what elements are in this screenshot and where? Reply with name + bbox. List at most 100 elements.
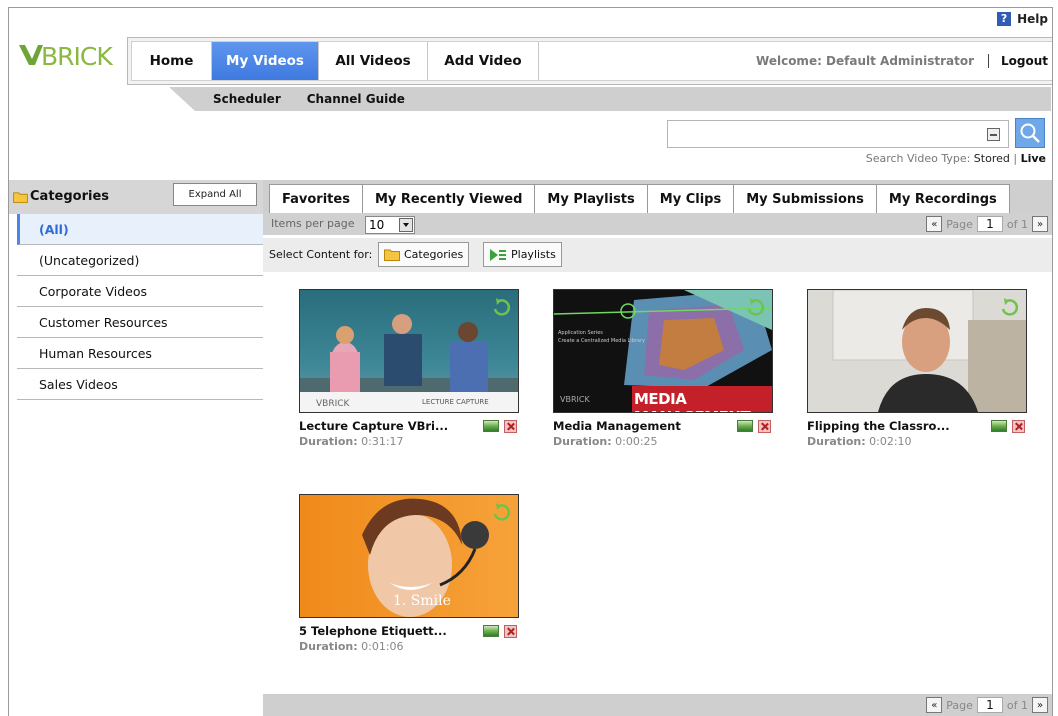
sub-nav: Scheduler Channel Guide xyxy=(169,87,1051,111)
search-input[interactable] xyxy=(667,120,1009,148)
dropdown-arrow-icon[interactable] xyxy=(399,218,413,232)
tab-my-clips[interactable]: My Clips xyxy=(646,184,735,213)
video-title[interactable]: Lecture Capture VBri... xyxy=(299,419,448,433)
tab-my-recently-viewed[interactable]: My Recently Viewed xyxy=(361,184,536,213)
subnav-channel-guide[interactable]: Channel Guide xyxy=(307,92,405,106)
thumb-caption: LECTURE CAPTURE xyxy=(422,398,489,406)
video-title[interactable]: Media Management xyxy=(553,419,681,433)
recycle-icon xyxy=(493,503,510,521)
tab-my-recordings[interactable]: My Recordings xyxy=(875,184,1010,213)
search-type-label: Search Video Type: xyxy=(865,152,971,165)
user-area: Welcome: Default Administrator Logout xyxy=(756,42,1048,80)
app-frame: ? Help BRICK Home My Videos All Videos A… xyxy=(8,7,1053,716)
page-of-label: of 1 xyxy=(1006,698,1028,712)
duration-value: 0:00:25 xyxy=(615,435,658,448)
help-label: Help xyxy=(1017,12,1048,26)
video-thumbnail-image xyxy=(808,290,1026,412)
tab-my-submissions[interactable]: My Submissions xyxy=(733,184,877,213)
search-video-type: Search Video Type: Stored | Live xyxy=(866,152,1046,165)
edit-video-icon[interactable] xyxy=(483,420,499,432)
items-per-page-select[interactable]: 10 xyxy=(365,216,415,234)
page-label: Page xyxy=(946,698,973,712)
page-number-input[interactable]: 1 xyxy=(976,216,1003,232)
select-playlists-button[interactable]: Playlists xyxy=(483,242,562,267)
nav-all-videos[interactable]: All Videos xyxy=(319,42,428,80)
video-title[interactable]: 5 Telephone Etiquett... xyxy=(299,624,447,638)
items-per-page-label: Items per page xyxy=(271,217,355,230)
video-thumbnail[interactable]: 1. Smile xyxy=(299,494,519,618)
help-icon: ? xyxy=(997,12,1012,26)
pager-top: « Page 1 of 1 » xyxy=(926,216,1048,232)
edit-video-icon[interactable] xyxy=(483,625,499,637)
video-info: Media Management Duration: 0:00:25 xyxy=(553,419,773,453)
edit-video-icon[interactable] xyxy=(991,420,1007,432)
svg-text:BRICK: BRICK xyxy=(41,42,113,69)
delete-icon[interactable] xyxy=(758,420,771,433)
video-actions xyxy=(483,625,517,638)
nav-my-videos[interactable]: My Videos xyxy=(212,42,319,80)
svg-text:VBRICK: VBRICK xyxy=(316,399,351,409)
logout-link[interactable]: Logout xyxy=(1001,54,1048,68)
search-type-separator: | xyxy=(1013,152,1018,165)
select-playlists-label: Playlists xyxy=(511,248,556,261)
main-nav: Home My Videos All Videos Add Video Welc… xyxy=(127,37,1052,85)
prev-page-button[interactable]: « xyxy=(926,216,943,232)
select-categories-button[interactable]: Categories xyxy=(378,242,470,267)
duration-value: 0:31:17 xyxy=(361,435,404,448)
clear-search-icon[interactable] xyxy=(987,128,1000,141)
search-type-live[interactable]: Live xyxy=(1021,152,1046,165)
category-uncategorized[interactable]: (Uncategorized) xyxy=(17,245,263,276)
video-actions xyxy=(483,420,517,433)
video-thumbnail-image: VBRICK xyxy=(300,314,518,412)
recycle-icon xyxy=(493,298,510,316)
video-card: VBRICK LECTURE CAPTURE Lecture Capture V… xyxy=(299,289,519,453)
video-thumbnail[interactable]: VBRICK LECTURE CAPTURE xyxy=(299,289,519,413)
search-icon xyxy=(1020,123,1040,143)
duration-value: 0:01:06 xyxy=(361,640,404,653)
video-duration: Duration: 0:02:10 xyxy=(807,435,912,448)
category-sales-videos[interactable]: Sales Videos xyxy=(17,369,263,400)
prev-page-button[interactable]: « xyxy=(926,697,943,713)
video-thumbnail[interactable]: Application Series Create a Centralized … xyxy=(553,289,773,413)
video-info: 5 Telephone Etiquett... Duration: 0:01:0… xyxy=(299,624,519,658)
video-card: Application Series Create a Centralized … xyxy=(553,289,773,453)
pager-bottom: « Page 1 of 1 » xyxy=(926,697,1048,713)
subnav-scheduler[interactable]: Scheduler xyxy=(213,92,281,106)
delete-icon[interactable] xyxy=(504,420,517,433)
page-label: Page xyxy=(946,217,973,231)
expand-all-button[interactable]: Expand All xyxy=(173,183,257,206)
delete-icon[interactable] xyxy=(504,625,517,638)
nav-home[interactable]: Home xyxy=(132,42,212,80)
recycle-icon xyxy=(1001,298,1018,316)
nav-add-video[interactable]: Add Video xyxy=(428,42,539,80)
main-nav-inner: Home My Videos All Videos Add Video Welc… xyxy=(131,41,1052,81)
categories-title-label: Categories xyxy=(30,189,110,204)
svg-text:Create a Centralized Media Lib: Create a Centralized Media Library xyxy=(558,338,645,344)
video-actions xyxy=(991,420,1025,433)
video-duration: Duration: 0:00:25 xyxy=(553,435,658,448)
page-of-label: of 1 xyxy=(1006,217,1028,231)
select-categories-label: Categories xyxy=(404,248,464,261)
delete-icon[interactable] xyxy=(1012,420,1025,433)
video-duration: Duration: 0:31:17 xyxy=(299,435,404,448)
next-page-button[interactable]: » xyxy=(1032,216,1048,232)
next-page-button[interactable]: » xyxy=(1032,697,1048,713)
vbrick-logo-icon: BRICK xyxy=(19,42,114,71)
category-all[interactable]: (All) xyxy=(17,214,263,245)
help-link[interactable]: ? Help xyxy=(997,12,1048,26)
category-human-resources[interactable]: Human Resources xyxy=(17,338,263,369)
tab-favorites[interactable]: Favorites xyxy=(269,184,363,213)
search-button[interactable] xyxy=(1015,118,1045,148)
tab-my-playlists[interactable]: My Playlists xyxy=(534,184,648,213)
svg-text:Application Series: Application Series xyxy=(558,330,603,336)
video-info: Lecture Capture VBri... Duration: 0:31:1… xyxy=(299,419,519,453)
edit-video-icon[interactable] xyxy=(737,420,753,432)
search-type-stored[interactable]: Stored xyxy=(974,152,1010,165)
category-corporate-videos[interactable]: Corporate Videos xyxy=(17,276,263,307)
duration-label: Duration: xyxy=(299,640,358,653)
video-thumbnail[interactable] xyxy=(807,289,1027,413)
video-title[interactable]: Flipping the Classro... xyxy=(807,419,950,433)
category-customer-resources[interactable]: Customer Resources xyxy=(17,307,263,338)
recycle-icon xyxy=(747,298,764,316)
page-number-input[interactable]: 1 xyxy=(976,697,1003,713)
